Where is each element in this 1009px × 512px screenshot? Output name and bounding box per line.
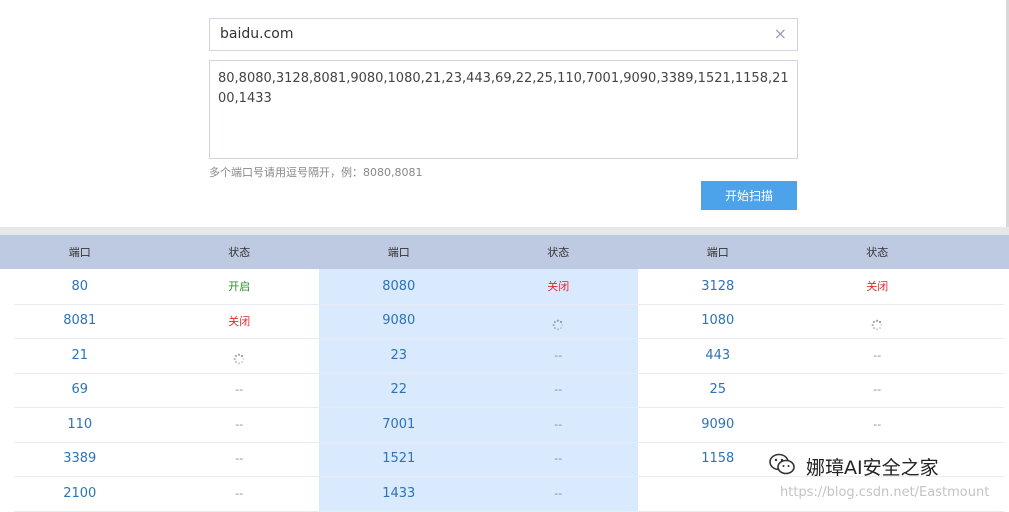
header-status: 状态 (547, 246, 570, 259)
port-cell: 22 (390, 382, 408, 398)
table-row: 8081 关闭 9080 1080 (0, 304, 1009, 339)
table-row: 69 -- 22 -- 25 -- (0, 373, 1009, 408)
status-cell: -- (235, 383, 244, 397)
status-cell: -- (235, 452, 244, 466)
port-cell: 3389 (63, 451, 97, 467)
status-cell: -- (554, 486, 563, 500)
ports-hint: 多个端口号请用逗号隔开，例：8080,8081 (209, 166, 423, 179)
status-cell: -- (873, 417, 882, 431)
status-cell: 关闭 (547, 280, 570, 294)
ports-textarea-value: 80,8080,3128,8081,9080,1080,21,23,443,69… (218, 71, 789, 106)
loading-spinner-icon (160, 338, 320, 373)
status-cell: 关闭 (228, 314, 251, 328)
header-port: 端口 (68, 246, 91, 259)
ports-textarea[interactable]: 80,8080,3128,8081,9080,1080,21,23,443,69… (209, 60, 798, 159)
port-cell: 110 (67, 416, 93, 432)
table-row: 80 开启 8080 关闭 3128 关闭 (0, 269, 1009, 304)
port-cell: 9080 (382, 313, 416, 329)
port-cell: 443 (705, 347, 731, 363)
port-cell: 21 (71, 347, 89, 363)
status-cell: -- (554, 417, 563, 431)
watermark-name: 娜璋AI安全之家 (806, 457, 939, 479)
port-cell: 3128 (701, 278, 735, 294)
port-cell: 2100 (63, 485, 97, 501)
status-cell: 关闭 (866, 280, 889, 294)
table-row: 21 23 -- 443 -- (0, 338, 1009, 373)
port-cell: 80 (71, 278, 89, 294)
table-row: 110 -- 7001 -- 9090 -- (0, 407, 1009, 442)
section-divider (0, 227, 1009, 235)
status-cell: -- (235, 486, 244, 500)
status-cell: -- (873, 348, 882, 362)
status-cell: -- (554, 348, 563, 362)
status-cell: 开启 (228, 280, 251, 294)
port-cell: 7001 (382, 416, 416, 432)
port-cell: 9090 (701, 416, 735, 432)
port-cell: 1521 (382, 451, 416, 467)
port-cell: 8081 (63, 313, 97, 329)
watermark-url: https://blog.csdn.net/Eastmount (780, 485, 990, 500)
status-cell: -- (873, 383, 882, 397)
start-scan-button[interactable]: 开始扫描 (701, 181, 797, 210)
loading-spinner-icon (798, 304, 958, 339)
header-port: 端口 (706, 246, 729, 259)
port-cell: 1433 (382, 485, 416, 501)
domain-input[interactable]: baidu.com × (209, 18, 798, 51)
wechat-icon (769, 453, 795, 475)
domain-input-value: baidu.com (220, 26, 294, 42)
port-cell: 1080 (701, 313, 735, 329)
header-status: 状态 (228, 246, 251, 259)
port-cell (638, 476, 798, 511)
port-cell: 8080 (382, 278, 416, 294)
port-cell: 69 (71, 382, 89, 398)
status-cell: -- (235, 417, 244, 431)
status-cell: -- (554, 452, 563, 466)
port-cell: 23 (390, 347, 408, 363)
loading-spinner-icon (479, 304, 639, 339)
port-cell: 25 (709, 382, 727, 398)
header-status: 状态 (866, 246, 889, 259)
clear-icon[interactable]: × (774, 26, 787, 42)
status-cell: -- (554, 383, 563, 397)
header-port: 端口 (387, 246, 410, 259)
table-header: 端口 状态 端口 状态 端口 状态 (0, 235, 1009, 269)
